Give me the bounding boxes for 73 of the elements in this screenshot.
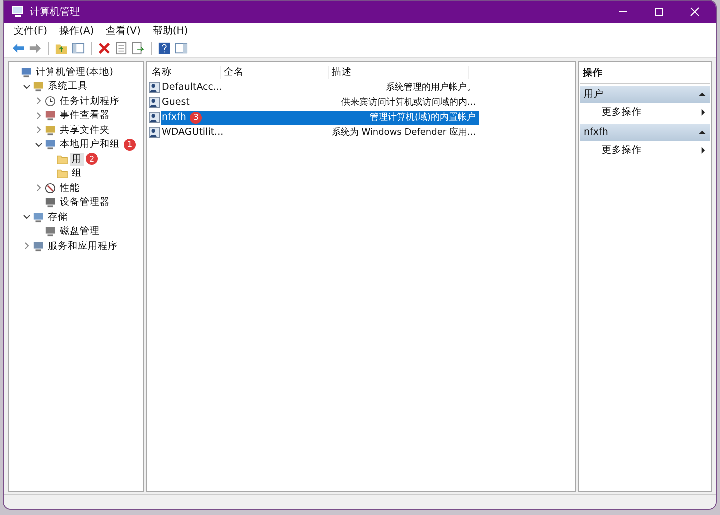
- delete-icon[interactable]: [98, 42, 111, 54]
- table-cell: DefaultAcc...: [161, 82, 223, 93]
- tree-item[interactable]: 任务计划程序: [58, 94, 122, 108]
- table-row[interactable]: DefaultAcc... 系统管理的用户帐户。: [161, 80, 479, 94]
- user-icon: [149, 127, 160, 138]
- table-row[interactable]: nfxfh 3 管理计算机(域)的内置帐户: [161, 110, 479, 124]
- expand-chevron-icon[interactable]: [23, 242, 31, 250]
- back-arrow-icon[interactable]: [12, 42, 25, 54]
- tree-item[interactable]: 存储: [46, 210, 70, 224]
- menu-item[interactable]: 操作(A): [60, 24, 94, 38]
- table-cell: WDAGUtilit...: [161, 127, 224, 138]
- table-cell-text: 系统管理的用户帐户。: [386, 82, 476, 94]
- column-header[interactable]: 描述: [329, 66, 469, 79]
- tree-item[interactable]: 共享文件夹: [58, 124, 112, 137]
- menu-item[interactable]: 查看(V): [106, 24, 141, 38]
- collapse-chevron-icon[interactable]: [35, 140, 43, 149]
- expand-chevron-icon[interactable]: [35, 184, 43, 192]
- close-icon[interactable]: [690, 7, 700, 17]
- table-cell-text: 管理计算机(域)的内置帐户: [370, 112, 476, 124]
- computer-icon: [12, 6, 24, 18]
- tree-item[interactable]: 设备管理器: [58, 196, 112, 210]
- tree-item[interactable]: 性能: [58, 182, 82, 195]
- properties-icon[interactable]: [115, 42, 128, 54]
- submenu-arrow-icon: [701, 109, 706, 116]
- table-cell-text: 系统为 Windows Defender 应用...: [332, 126, 476, 139]
- submenu-arrow-icon: [701, 147, 706, 154]
- folder-icon: [57, 168, 68, 180]
- action-item[interactable]: 更多操作: [580, 141, 710, 160]
- number-badge: 2: [86, 153, 98, 166]
- tree-item[interactable]: 服务和应用程序: [46, 240, 120, 253]
- console-tree-icon[interactable]: [72, 42, 85, 54]
- collapse-triangle-icon[interactable]: [699, 130, 706, 135]
- tree-item[interactable]: 系统工具: [46, 80, 90, 94]
- user-icon: [149, 112, 160, 123]
- tree-item[interactable]: 组: [70, 167, 84, 180]
- expand-chevron-icon[interactable]: [35, 126, 43, 134]
- section-header[interactable]: 用户: [580, 86, 710, 103]
- collapse-chevron-icon[interactable]: [23, 213, 31, 222]
- tree-item[interactable]: 事件查看器: [58, 109, 112, 122]
- help-icon[interactable]: [158, 42, 171, 54]
- expand-chevron-icon[interactable]: [35, 97, 43, 106]
- section-header[interactable]: nfxfh: [580, 124, 710, 141]
- gauge-icon: [45, 182, 56, 194]
- export-icon[interactable]: [132, 42, 145, 54]
- folder-icon: [57, 154, 68, 165]
- column-header[interactable]: 名称: [149, 66, 221, 79]
- user-icon: [149, 82, 160, 93]
- user-icon: [149, 97, 160, 108]
- actions-title: 操作: [580, 64, 710, 84]
- window-title: 计算机管理: [30, 6, 80, 19]
- tree-item[interactable]: 磁盘管理: [58, 225, 102, 238]
- computer-icon: [21, 66, 32, 78]
- tree-item[interactable]: 本地用户和组: [58, 138, 122, 152]
- tree-item[interactable]: 计算机管理(本地): [34, 66, 116, 79]
- clock-icon: [45, 96, 56, 107]
- table-cell-text: 供来宾访问计算机或访问域的内...: [341, 96, 476, 109]
- table-cell: Guest: [161, 97, 190, 108]
- menu-item[interactable]: 文件(F): [14, 24, 48, 38]
- table-cell: nfxfh: [161, 112, 186, 123]
- column-header[interactable]: 全名: [221, 66, 329, 79]
- action-item[interactable]: 更多操作: [580, 103, 710, 122]
- maximize-icon[interactable]: [654, 7, 664, 17]
- tree-item[interactable]: 用: [70, 152, 84, 166]
- forward-arrow-icon[interactable]: [29, 42, 42, 54]
- menu-item[interactable]: 帮助(H): [152, 24, 188, 38]
- expand-chevron-icon[interactable]: [35, 112, 43, 120]
- table-row[interactable]: WDAGUtilit... 系统为 Windows Defender 应用...: [161, 126, 479, 140]
- panel-icon[interactable]: [175, 42, 188, 54]
- number-badge: 3: [190, 112, 202, 124]
- collapse-chevron-icon[interactable]: [23, 82, 31, 91]
- number-badge: 1: [124, 138, 136, 151]
- collapse-triangle-icon[interactable]: [699, 92, 706, 97]
- table-row[interactable]: Guest 供来宾访问计算机或访问域的内...: [161, 96, 479, 110]
